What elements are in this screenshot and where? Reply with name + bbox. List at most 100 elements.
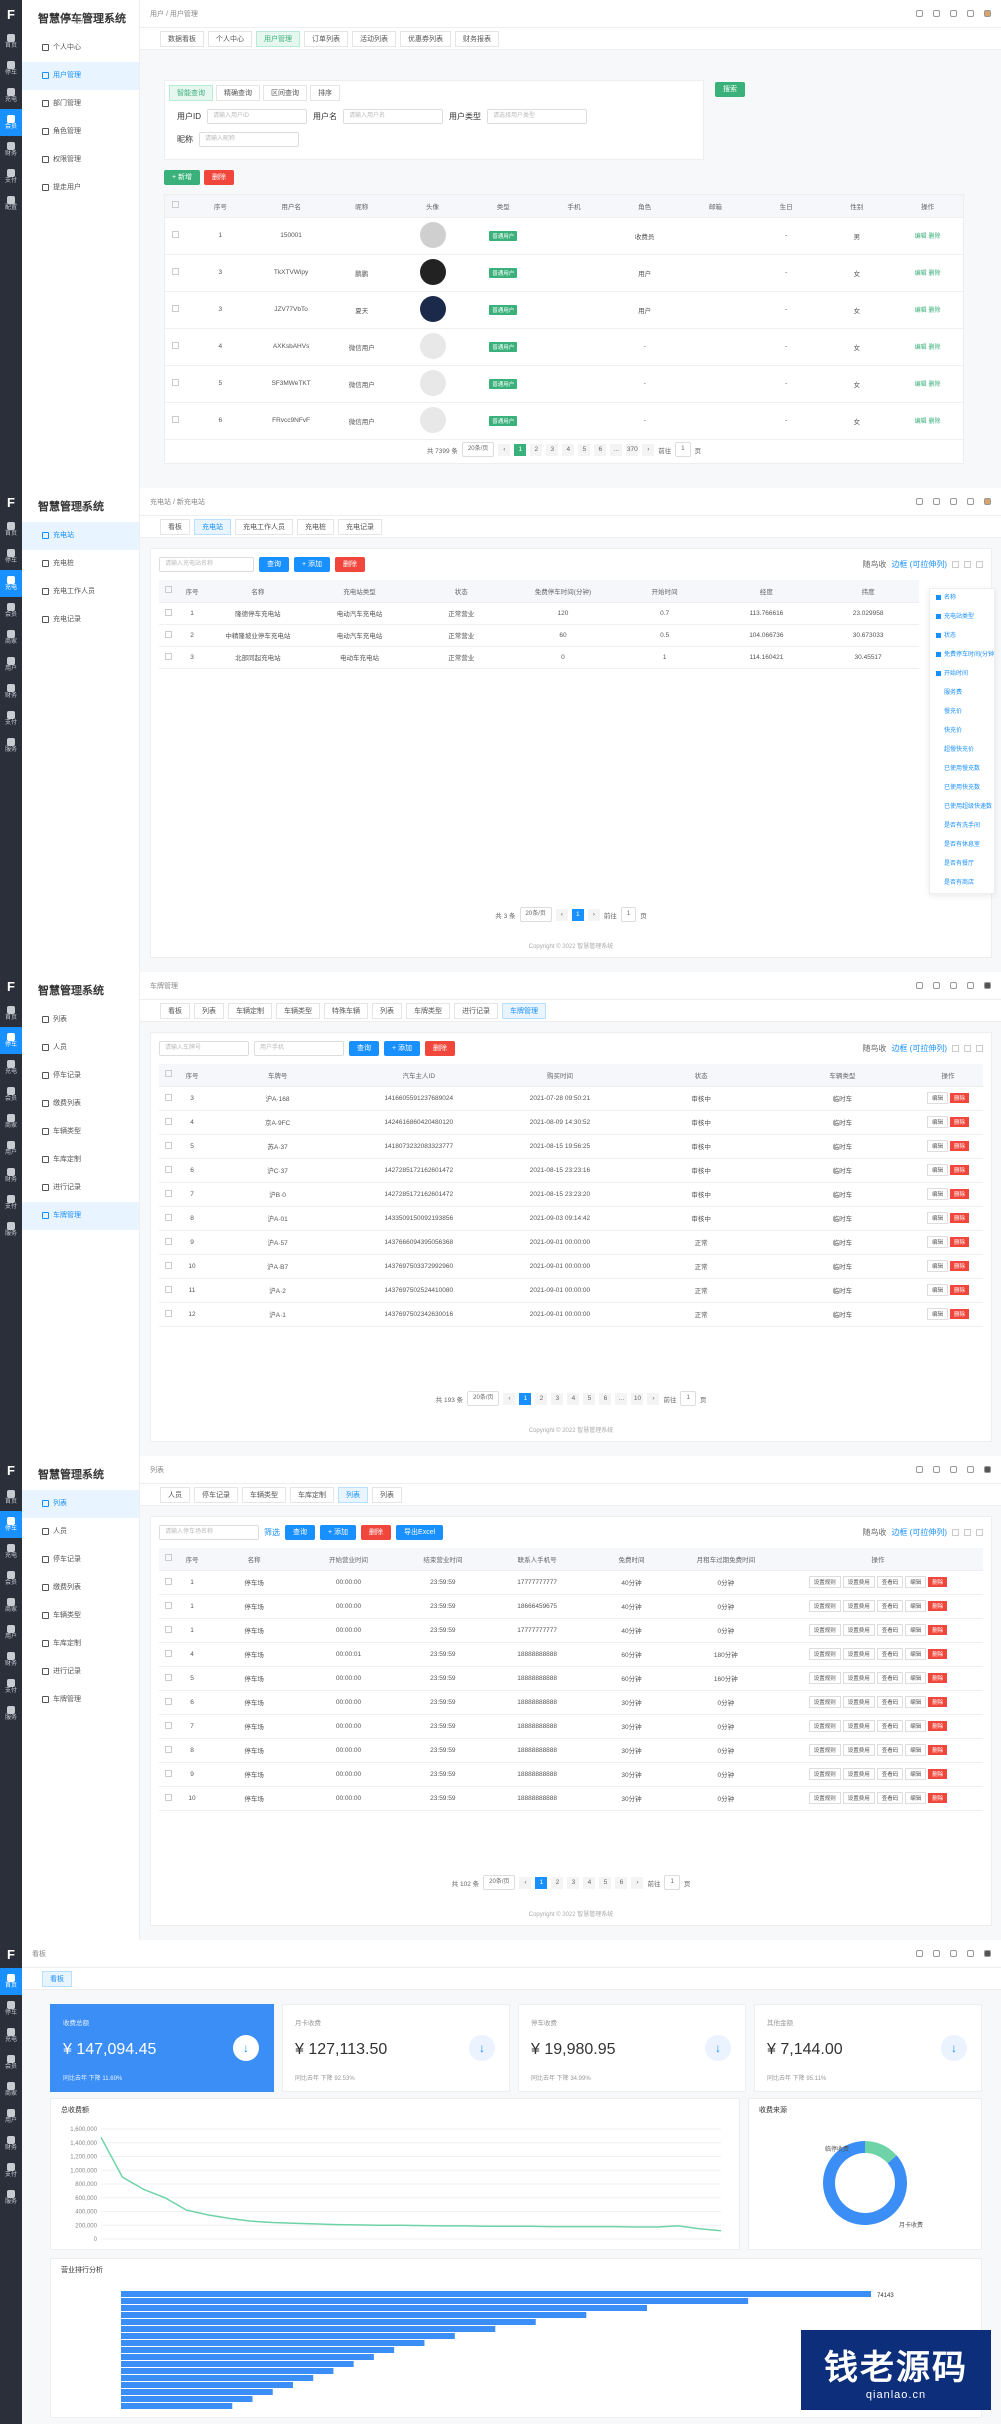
edit-link[interactable]: 编辑: [915, 419, 927, 425]
nickname-input[interactable]: 请输入昵称: [199, 132, 299, 147]
compact-toggle[interactable]: 随鸟收: [862, 1527, 886, 1538]
export-button[interactable]: 导出Excel: [396, 1525, 444, 1540]
tab[interactable]: 车库定制: [290, 1486, 334, 1503]
set-fee-button[interactable]: 设置费用: [842, 1696, 875, 1708]
delete-button[interactable]: 删除: [361, 1525, 392, 1540]
menu-item[interactable]: 人员: [22, 1034, 139, 1062]
delete-link[interactable]: 删除: [929, 308, 941, 314]
table-row[interactable]: 8 沪A·01 1433509150092193856 2021-09-03 09:1…: [159, 1206, 983, 1231]
rail-pay[interactable]: 支付: [0, 163, 22, 190]
prev-page-button[interactable]: ‹: [519, 1876, 532, 1889]
row-checkbox[interactable]: [164, 630, 172, 638]
table-row[interactable]: 10 停车场 00:00:00 23:59:59 18888888888 30分钟 0分钟 设…: [159, 1786, 983, 1811]
row-checkbox[interactable]: [164, 1793, 172, 1801]
menu-item[interactable]: 列表: [22, 1490, 139, 1518]
column-option[interactable]: 慢充价: [930, 703, 994, 722]
tab[interactable]: 优惠券列表: [400, 30, 451, 47]
set-rule-button[interactable]: 设置规则: [808, 1792, 841, 1804]
row-checkbox[interactable]: [164, 1649, 172, 1657]
gear-icon[interactable]: [976, 1045, 983, 1052]
edit-button[interactable]: 编辑: [926, 1260, 948, 1272]
table-row[interactable]: 8 停车场 00:00:00 23:59:59 18888888888 30分钟 0分钟 设置…: [159, 1738, 983, 1763]
tab[interactable]: 充电记录: [338, 518, 382, 535]
rail-home[interactable]: 首页: [0, 1000, 22, 1027]
next-page-button[interactable]: ›: [587, 908, 600, 921]
page-button[interactable]: 5: [583, 1392, 596, 1405]
set-fee-button[interactable]: 设置费用: [842, 1600, 875, 1612]
delete-button[interactable]: 删除: [928, 1769, 948, 1779]
page-button[interactable]: 4: [583, 1876, 596, 1889]
rail-member[interactable]: 会员: [0, 109, 22, 136]
table-row[interactable]: 9 停车场 00:00:00 23:59:59 18888888888 30分钟 0分钟 设置…: [159, 1762, 983, 1787]
rail-charge[interactable]: 充电: [0, 570, 22, 597]
set-fee-button[interactable]: 设置费用: [842, 1576, 875, 1588]
column-option[interactable]: 服务费: [930, 684, 994, 703]
edit-button[interactable]: 编辑: [926, 1188, 948, 1200]
delete-button[interactable]: 删除: [928, 1721, 948, 1731]
tab[interactable]: 财务报表: [455, 30, 499, 47]
gear-icon[interactable]: [976, 1529, 983, 1536]
rail-user[interactable]: 用户: [0, 1619, 22, 1646]
rail-config[interactable]: 配置: [0, 190, 22, 217]
column-option[interactable]: 快充价: [930, 722, 994, 741]
row-checkbox[interactable]: [171, 342, 179, 349]
row-checkbox[interactable]: [164, 1721, 172, 1729]
tab[interactable]: 充电站: [194, 518, 231, 535]
rail-parking[interactable]: 停车: [0, 1995, 22, 2022]
row-checkbox[interactable]: [164, 1165, 172, 1173]
rail-user[interactable]: 用户: [0, 2103, 22, 2130]
rail-pay[interactable]: 支付: [0, 2157, 22, 2184]
menu-item[interactable]: 权限管理: [22, 146, 139, 174]
border-toggle[interactable]: 边框 (可拉伸列): [891, 1043, 947, 1054]
next-page-button[interactable]: ›: [631, 1876, 644, 1889]
row-checkbox[interactable]: [171, 416, 179, 423]
search-button[interactable]: 搜索: [715, 82, 745, 97]
menu-item[interactable]: 部门管理: [22, 90, 139, 118]
fullscreen-icon[interactable]: [950, 982, 957, 989]
set-fee-button[interactable]: 设置费用: [842, 1720, 875, 1732]
fullscreen-icon[interactable]: [950, 1950, 957, 1957]
table-row[interactable]: 4 京A·9FC 1424616860420480120 2021-08-09 14:…: [159, 1110, 983, 1135]
fullscreen-icon[interactable]: [950, 498, 957, 505]
tab[interactable]: 车牌类型: [406, 1002, 450, 1019]
page-button[interactable]: 6: [599, 1392, 612, 1405]
delete-button[interactable]: 删除: [928, 1673, 948, 1683]
expand-icon[interactable]: [933, 10, 940, 17]
row-checkbox[interactable]: [164, 1141, 172, 1149]
tab[interactable]: 个人中心: [208, 30, 252, 47]
edit-link[interactable]: 编辑: [915, 382, 927, 388]
compact-toggle[interactable]: 随鸟收: [862, 559, 886, 570]
next-page-button[interactable]: ›: [647, 1392, 660, 1405]
bell-icon[interactable]: [916, 1950, 923, 1957]
tab[interactable]: 充电桩: [297, 518, 334, 535]
rail-parking[interactable]: 停车: [0, 1511, 22, 1538]
edit-button[interactable]: 编辑: [905, 1768, 927, 1780]
select-all-checkbox[interactable]: [164, 586, 172, 594]
goto-input[interactable]: 1: [675, 442, 691, 457]
page-size-select[interactable]: 20条/页: [519, 907, 552, 922]
edit-button[interactable]: 编辑: [905, 1648, 927, 1660]
next-page-button[interactable]: ›: [642, 443, 655, 456]
table-row[interactable]: 2 中精隆坡业停车充电站 电动汽车充电站 正常营业 60 0.5 104.066736 30.…: [159, 624, 919, 647]
edit-button[interactable]: 编辑: [926, 1308, 948, 1320]
station-search-input[interactable]: 请输入充电站名称: [159, 557, 254, 572]
table-row[interactable]: 7 沪B·0 1427285172162601472 2021-08-15 23:23…: [159, 1182, 983, 1207]
rail-member[interactable]: 会员: [0, 1565, 22, 1592]
rail-service[interactable]: 服务: [0, 732, 22, 759]
menu-item[interactable]: 提走用户: [22, 174, 139, 202]
goto-input[interactable]: 1: [664, 1875, 680, 1890]
menu-item[interactable]: 车辆类型: [22, 1602, 139, 1630]
select-all-checkbox[interactable]: [164, 1554, 172, 1562]
prev-page-button[interactable]: ‹: [503, 1392, 516, 1405]
rail-merchant[interactable]: 商家: [0, 1592, 22, 1619]
edit-button[interactable]: 编辑: [905, 1744, 927, 1756]
row-checkbox[interactable]: [164, 1577, 172, 1585]
edit-link[interactable]: 编辑: [915, 345, 927, 351]
delete-link[interactable]: 删除: [929, 382, 941, 388]
edit-button[interactable]: 编辑: [926, 1236, 948, 1248]
filter-tab[interactable]: 精确查询: [216, 85, 260, 101]
row-checkbox[interactable]: [171, 305, 179, 312]
rail-service[interactable]: 服务: [0, 2184, 22, 2211]
delete-button[interactable]: 删除: [335, 557, 366, 572]
prev-page-button[interactable]: ‹: [555, 908, 568, 921]
